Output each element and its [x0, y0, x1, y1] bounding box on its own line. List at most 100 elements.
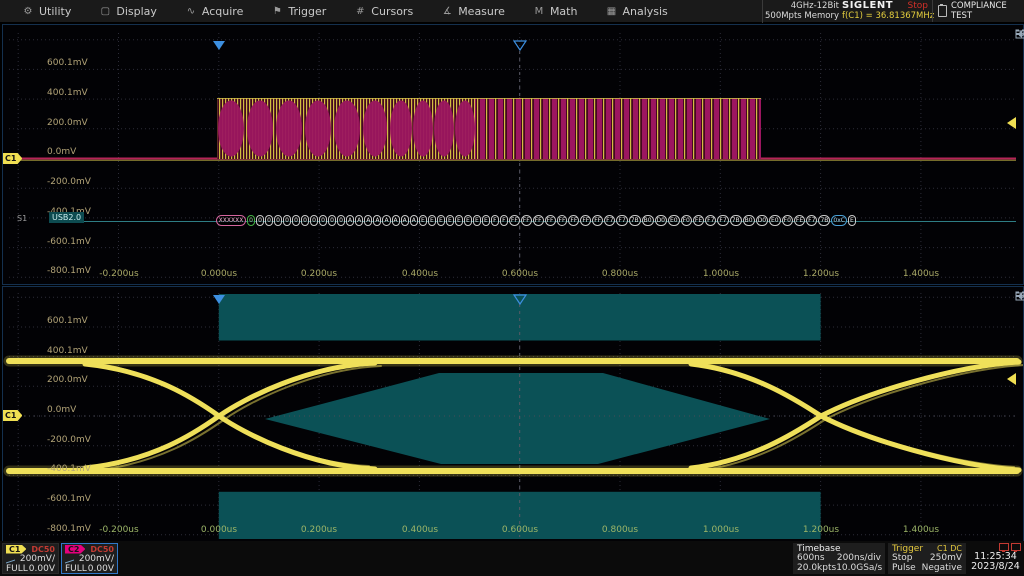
decode-token: 0	[319, 215, 327, 226]
timebase-points: 20.0kpts	[797, 563, 836, 573]
menu-item[interactable]: M Math	[519, 0, 592, 22]
waveform-canvas	[3, 25, 1023, 284]
channel-c1-box[interactable]: C1 DC50 200mV/ FULL 0.00V	[2, 543, 59, 574]
menu-items: ⚙ Utility ▢ Display ∿ Acquire ⚑ Trigger …	[0, 0, 682, 22]
decode-token: FF	[557, 215, 568, 226]
time-label: -0.200us	[99, 269, 138, 279]
menu-item[interactable]: ▦ Analysis	[591, 0, 681, 22]
menu-item-icon: ⚑	[271, 6, 283, 17]
decode-token: 0	[256, 215, 264, 226]
menu-item-label: Trigger	[288, 5, 326, 18]
time-label: 1.000us	[703, 269, 739, 279]
menu-item-label: Analysis	[622, 5, 667, 18]
timebase-box[interactable]: Timebase 600ns 200ns/div 20.0kpts 10.0GS…	[793, 543, 885, 574]
oscilloscope-screen: ⚙ Utility ▢ Display ∿ Acquire ⚑ Trigger …	[0, 0, 1024, 576]
eye-diagram-canvas	[3, 287, 1023, 541]
channel-c2-box[interactable]: C2 DC50 200mV/ FULL 0.00V	[61, 543, 118, 574]
trigger-level-marker[interactable]	[1007, 373, 1016, 385]
voltage-label: -800.1mV	[47, 266, 91, 276]
menu-item[interactable]: ⚙ Utility	[8, 0, 85, 22]
decode-token: A	[364, 215, 372, 226]
voltage-label: 600.1mV	[47, 316, 88, 326]
time-label: 0.400us	[402, 269, 438, 279]
c2-coupling: DC50	[90, 545, 114, 554]
menu-item[interactable]: ▢ Display	[85, 0, 171, 22]
speaker-icon[interactable]	[1015, 29, 1024, 39]
decode-token: A	[373, 215, 381, 226]
decode-token: A	[346, 215, 354, 226]
clipboard-icon	[938, 5, 947, 17]
brand-logo: SIGLENT	[842, 1, 893, 11]
decode-token: F	[500, 215, 508, 226]
voltage-label: 400.1mV	[47, 88, 88, 98]
decode-token: F7	[604, 215, 615, 226]
horizontal-reference-marker[interactable]	[213, 41, 225, 50]
bus-name-badge[interactable]: USB2.0	[49, 212, 84, 223]
trigger-level-marker[interactable]	[1007, 117, 1016, 129]
voltage-label: -200.0mV	[47, 435, 91, 445]
time-label: 0.400us	[402, 525, 438, 535]
time-label: 0.600us	[502, 269, 538, 279]
menu-item-icon: ▢	[99, 6, 111, 17]
voltage-label: 0.0mV	[47, 147, 76, 157]
speaker-icon[interactable]	[1015, 291, 1024, 301]
time-label: 0.000us	[201, 269, 237, 279]
decode-token: F0	[681, 215, 692, 226]
decode-token: FF	[592, 215, 603, 226]
trigger-box[interactable]: Trigger C1 DC Stop 250mV Pulse Negative	[888, 543, 966, 574]
menu-item-label: Acquire	[202, 5, 243, 18]
menu-item[interactable]: ⚑ Trigger	[257, 0, 340, 22]
c1-badge: C1	[6, 545, 26, 554]
trigger-slope: Negative	[922, 563, 962, 573]
menu-bar: ⚙ Utility ▢ Display ∿ Acquire ⚑ Trigger …	[0, 0, 1024, 23]
menu-item-icon: #	[354, 6, 366, 17]
menu-item-icon: M	[533, 6, 545, 17]
menu-item-label: Utility	[39, 5, 71, 18]
bandwidth-label: 4GHz-12Bit	[763, 1, 839, 11]
menu-item-label: Cursors	[371, 5, 413, 18]
voltage-label: 0.0mV	[47, 405, 76, 415]
acquisition-state[interactable]: Stop	[908, 1, 928, 11]
decode-token: E	[437, 215, 445, 226]
decode-token: E	[848, 215, 856, 226]
decode-token: D0	[756, 215, 768, 226]
decode-token: 0xC	[831, 215, 847, 226]
decode-token: FE	[693, 215, 704, 226]
compliance-test-button[interactable]: COMPLIANCE TEST	[932, 0, 1024, 22]
time-label: 0.000us	[201, 525, 237, 535]
menu-item[interactable]: # Cursors	[340, 0, 427, 22]
decode-token: 0	[265, 215, 273, 226]
decode-token: E	[419, 215, 427, 226]
mask-hexagon	[265, 373, 770, 464]
voltage-label: 600.1mV	[47, 58, 88, 68]
voltage-label: -400.1mV	[47, 464, 91, 474]
decode-token: D0	[655, 215, 667, 226]
time-label: 0.200us	[301, 269, 337, 279]
c1-bandwidth: FULL	[6, 564, 28, 574]
clock-date: 2023/8/24	[969, 562, 1022, 572]
c2-scale: 200mV/	[79, 554, 114, 564]
menu-item-label: Measure	[458, 5, 505, 18]
c1-offset: 0.00V	[29, 564, 55, 574]
scope-spec: 4GHz-12Bit 500Mpts Memory	[762, 0, 843, 23]
voltage-label: -200.0mV	[47, 177, 91, 187]
time-label: 1.200us	[803, 525, 839, 535]
c1-coupling: DC50	[31, 545, 55, 554]
time-label: 0.200us	[301, 525, 337, 535]
decode-token: 0	[337, 215, 345, 226]
timebase-samplerate: 10.0GSa/s	[836, 563, 882, 573]
menu-item[interactable]: ∡ Measure	[427, 0, 519, 22]
menu-item[interactable]: ∿ Acquire	[171, 0, 257, 22]
menu-item-icon: ⚙	[22, 6, 34, 17]
compliance-test-label: COMPLIANCE TEST	[951, 1, 1024, 21]
decode-token: FF	[580, 215, 591, 226]
decode-token: A	[382, 215, 390, 226]
c2-bandwidth: FULL	[65, 564, 87, 574]
time-label: 0.800us	[602, 525, 638, 535]
decode-token: FF	[521, 215, 532, 226]
decode-token: A	[392, 215, 400, 226]
decode-token: E	[446, 215, 454, 226]
voltage-label: -800.1mV	[47, 524, 91, 534]
menu-item-icon: ∡	[441, 6, 453, 17]
timebase-delay: 600ns	[797, 553, 825, 563]
